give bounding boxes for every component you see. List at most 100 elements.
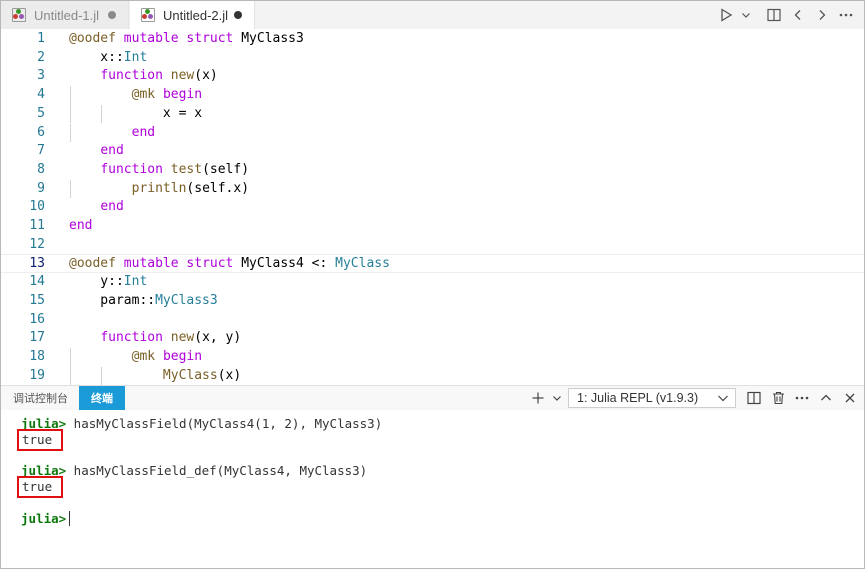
code-text: end <box>100 199 124 215</box>
tab-label: Untitled-2.jl <box>163 7 229 23</box>
chevron-down-icon[interactable] <box>550 386 564 410</box>
code-text: end <box>100 143 124 159</box>
code-text: function new(x) <box>100 68 218 84</box>
code-text: @oodef mutable struct MyClass3 <box>69 31 304 46</box>
unsaved-dot-icon[interactable] <box>108 11 116 19</box>
line-number: 10 <box>29 199 45 215</box>
code-text: @mk begin <box>131 348 203 364</box>
code-line[interactable]: 3 function new(x) <box>1 67 864 86</box>
terminal-line: julia> hasMyClassField_def(MyClass4, MyC… <box>21 463 367 478</box>
indent-guide <box>101 104 103 124</box>
terminal-select-value: 1: Julia REPL (v1.9.3) <box>577 391 699 405</box>
vscode-window: Untitled-1.jl Untitled-2.jl 1 @oodef mut… <box>0 0 865 569</box>
line-number: 14 <box>29 274 45 290</box>
code-line[interactable]: 7 end <box>1 142 864 161</box>
close-icon[interactable] <box>838 386 862 410</box>
panel-actions: 1: Julia REPL (v1.9.3) <box>526 386 864 410</box>
tab-label: Untitled-1.jl <box>34 7 100 23</box>
line-number: 12 <box>29 236 45 252</box>
split-terminal-icon[interactable] <box>742 386 766 410</box>
code-text: @mk begin <box>131 87 203 103</box>
line-number: 16 <box>29 311 45 327</box>
indent-guide <box>70 347 71 367</box>
back-icon[interactable] <box>786 1 810 29</box>
indent-guide <box>70 123 71 143</box>
julia-file-icon <box>141 8 155 22</box>
bottom-panel: 调试控制台 终端 1: Julia REPL (v1.9.3) julia> h… <box>1 385 864 568</box>
line-number: 9 <box>37 180 45 196</box>
line-number: 7 <box>37 143 45 159</box>
code-line[interactable]: 4 @mk begin <box>1 86 864 105</box>
forward-icon[interactable] <box>810 1 834 29</box>
code-text: println(self.x) <box>131 180 250 196</box>
code-line[interactable]: 11 end <box>1 217 864 236</box>
editor-tab-bar: Untitled-1.jl Untitled-2.jl <box>1 1 864 29</box>
split-editor-icon[interactable] <box>762 1 786 29</box>
code-text: x::Int <box>69 49 148 65</box>
panel-header: 调试控制台 终端 1: Julia REPL (v1.9.3) <box>1 386 864 410</box>
code-text: @oodef mutable struct MyClass4 <: MyClas… <box>69 256 390 272</box>
code-text: function new(x, y) <box>100 330 242 346</box>
tab-untitled-1[interactable]: Untitled-1.jl <box>1 1 129 29</box>
code-line[interactable]: 19 MyClass(x) <box>1 366 864 385</box>
maximize-panel-icon[interactable] <box>814 386 838 410</box>
highlight-box <box>17 476 63 498</box>
code-line[interactable]: 15 param::MyClass3 <box>1 292 864 311</box>
new-terminal-icon[interactable] <box>526 386 550 410</box>
highlight-box <box>17 429 63 451</box>
chevron-down-icon[interactable] <box>738 1 754 29</box>
line-number: 6 <box>37 124 45 140</box>
terminal-output[interactable]: julia> hasMyClassField(MyClass4(1, 2), M… <box>1 410 864 568</box>
editor-actions <box>714 1 864 29</box>
code-line[interactable]: 12 <box>1 236 864 255</box>
code-line[interactable]: 16 <box>1 311 864 330</box>
code-text: end <box>131 124 156 140</box>
more-icon[interactable] <box>834 1 858 29</box>
code-line[interactable]: 1 @oodef mutable struct MyClass3 <box>1 30 864 49</box>
chevron-down-icon <box>718 395 728 402</box>
code-line[interactable]: 8 function test(self) <box>1 161 864 180</box>
terminal-select[interactable]: 1: Julia REPL (v1.9.3) <box>568 388 736 408</box>
julia-file-icon <box>12 8 26 22</box>
code-text: x = x <box>69 105 203 121</box>
code-text: end <box>69 218 93 233</box>
code-text: MyClass(x) <box>162 367 242 383</box>
line-number: 13 <box>29 256 45 272</box>
code-text: param::MyClass3 <box>69 292 218 308</box>
terminal-line: julia> hasMyClassField(MyClass4(1, 2), M… <box>21 416 382 431</box>
line-number: 11 <box>29 218 45 233</box>
code-line[interactable]: 13 @oodef mutable struct MyClass4 <: MyCl… <box>1 254 864 274</box>
text-cursor <box>69 511 71 526</box>
more-icon[interactable] <box>790 386 814 410</box>
indent-guide <box>70 179 71 199</box>
tab-debug-console[interactable]: 调试控制台 <box>1 386 80 410</box>
terminal-line: julia> <box>21 511 71 526</box>
repl-prompt: julia> <box>21 511 67 526</box>
unsaved-dot-icon[interactable] <box>234 11 242 19</box>
code-line[interactable]: 17 function new(x, y) <box>1 329 864 348</box>
line-number: 5 <box>37 105 45 121</box>
code-line[interactable]: 10 end <box>1 198 864 217</box>
line-number: 2 <box>37 49 45 65</box>
code-editor[interactable]: 1 @oodef mutable struct MyClass3 2 x::Int 3… <box>1 29 864 385</box>
code-line[interactable]: 9 println(self.x) <box>1 179 864 199</box>
tab-terminal[interactable]: 终端 <box>79 386 125 410</box>
line-number: 19 <box>29 367 45 383</box>
tab-untitled-2[interactable]: Untitled-2.jl <box>130 1 255 29</box>
run-icon[interactable] <box>714 1 738 29</box>
indent-guide <box>101 366 103 385</box>
repl-command: hasMyClassField_def(MyClass4, MyClass3) <box>66 463 368 478</box>
code-line[interactable]: 14 y::Int <box>1 273 864 292</box>
code-line[interactable]: 2 x::Int <box>1 49 864 68</box>
line-number: 18 <box>29 348 45 364</box>
line-number: 4 <box>37 87 45 103</box>
line-number: 15 <box>29 292 45 308</box>
code-text: function test(self) <box>100 161 250 177</box>
indent-guide <box>70 86 71 105</box>
line-number: 17 <box>29 330 45 346</box>
trash-icon[interactable] <box>766 386 790 410</box>
repl-command: hasMyClassField(MyClass4(1, 2), MyClass3… <box>66 416 383 431</box>
code-line[interactable]: 5 x = x <box>1 104 864 124</box>
code-line[interactable]: 18 @mk begin <box>1 347 864 367</box>
code-line[interactable]: 6 end <box>1 123 864 143</box>
